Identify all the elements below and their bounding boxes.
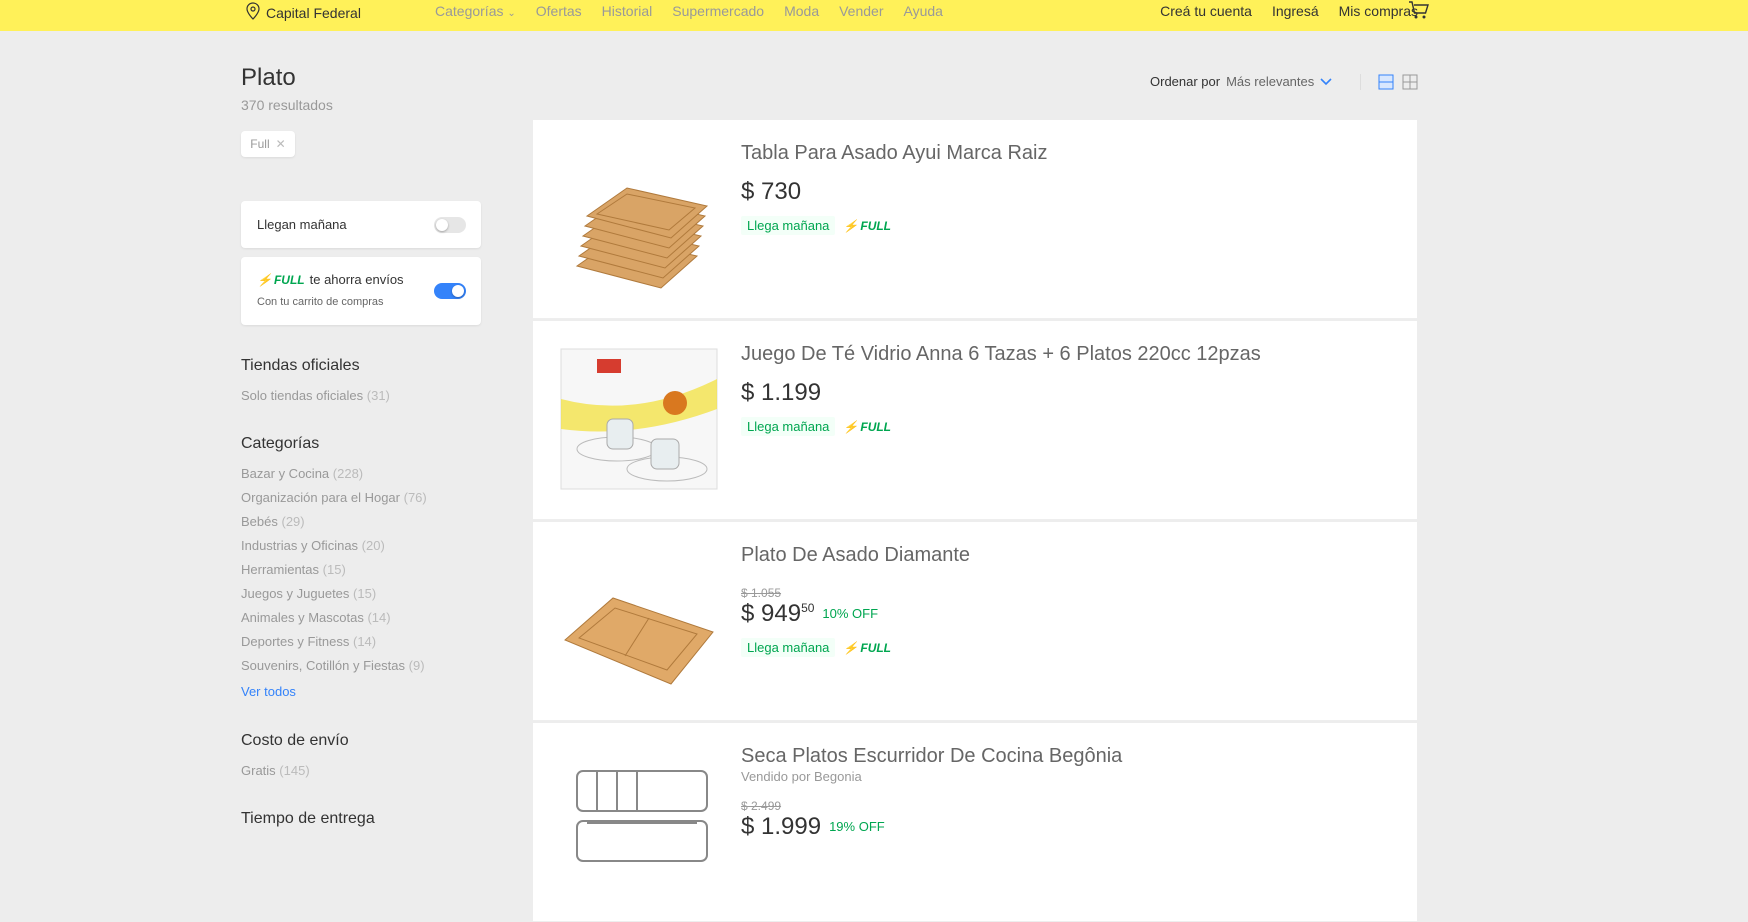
location-pin-icon	[246, 2, 260, 23]
nav-ofertas[interactable]: Ofertas	[536, 3, 582, 19]
nav-ayuda[interactable]: Ayuda	[903, 3, 942, 19]
full-brand: ⚡ FULL	[257, 272, 305, 287]
product-price: $ 1.199	[741, 379, 822, 406]
shipping-filter[interactable]: Gratis (145)	[241, 763, 310, 778]
category-item[interactable]: Herramientas (15)	[241, 562, 346, 577]
top-nav-bar: Capital Federal Categorías ⌄ Ofertas His…	[0, 0, 1748, 31]
discount-label: 19% OFF	[829, 819, 885, 834]
lightning-icon: ⚡	[843, 419, 859, 434]
seller-label: Vendido por Begonia	[741, 769, 862, 784]
tomorrow-toggle[interactable]	[434, 217, 466, 233]
tomorrow-toggle-label: Llegan mañana	[257, 217, 347, 232]
chevron-down-icon: ⌄	[507, 8, 516, 19]
delivery-title: Tiempo de entrega	[241, 810, 375, 827]
nav-moda[interactable]: Moda	[784, 3, 819, 19]
full-badge: ⚡ FULL	[843, 218, 892, 233]
lightning-icon: ⚡	[257, 272, 272, 287]
create-account-link[interactable]: Creá tu cuenta	[1160, 3, 1252, 19]
results-count: 370 resultados	[241, 97, 333, 113]
category-item[interactable]: Bebés (29)	[241, 514, 305, 529]
sort-value: Más relevantes	[1226, 74, 1315, 89]
shipping-title: Costo de envío	[241, 732, 349, 749]
full-filter-card: ⚡ FULL te ahorra envíos Con tu carrito de…	[241, 257, 481, 325]
category-item[interactable]: Deportes y Fitness (14)	[241, 634, 376, 649]
chip-label: Full	[250, 137, 270, 151]
official-stores-filter[interactable]: Solo tiendas oficiales (31)	[241, 388, 390, 403]
nav-historial[interactable]: Historial	[602, 3, 653, 19]
sort-dropdown[interactable]: Ordenar por Más relevantes	[1150, 74, 1332, 89]
product-image[interactable]	[557, 138, 721, 302]
full-toggle[interactable]	[434, 283, 466, 299]
list-view-icon[interactable]	[1378, 74, 1394, 95]
product-price: $ 94950 10% OFF	[741, 600, 879, 627]
official-stores-title: Tiendas oficiales	[241, 357, 360, 374]
shipping-badges: Llega mañana ⚡ FULL	[741, 216, 891, 235]
shipping-badges: Llega mañana ⚡ FULL	[741, 638, 891, 657]
account-links: Creá tu cuenta Ingresá Mis compras	[1160, 3, 1418, 19]
arrives-tomorrow-badge: Llega mañana	[741, 216, 836, 235]
see-all-link[interactable]: Ver todos	[241, 684, 296, 699]
filter-chip-full[interactable]: Full ✕	[241, 131, 295, 157]
product-image[interactable]	[557, 741, 721, 905]
lightning-icon: ⚡	[843, 640, 859, 655]
full-badge: ⚡ FULL	[843, 640, 892, 655]
lightning-icon: ⚡	[843, 218, 859, 233]
product-image[interactable]	[557, 339, 721, 503]
arrives-tomorrow-badge: Llega mañana	[741, 638, 836, 657]
main-nav: Categorías ⌄ Ofertas Historial Supermerc…	[435, 3, 943, 19]
category-item[interactable]: Bazar y Cocina (228)	[241, 466, 363, 481]
full-toggle-sub: Con tu carrito de compras	[257, 296, 384, 308]
results-list: Tabla Para Asado Ayui Marca Raiz $ 730 L…	[533, 120, 1417, 922]
result-item[interactable]: Plato De Asado Diamante $ 1.055 $ 94950 1…	[533, 522, 1417, 721]
cart-icon[interactable]	[1408, 0, 1430, 25]
product-title[interactable]: Juego De Té Vidrio Anna 6 Tazas + 6 Plat…	[741, 343, 1261, 366]
product-title[interactable]: Plato De Asado Diamante	[741, 544, 970, 567]
category-item[interactable]: Organización para el Hogar (76)	[241, 490, 427, 505]
price-cents: 50	[801, 601, 815, 615]
product-price: $ 730	[741, 178, 802, 205]
category-item[interactable]: Souvenirs, Cotillón y Fiestas (9)	[241, 658, 425, 673]
shipping-badges: Llega mañana ⚡ FULL	[741, 417, 891, 436]
categories-title: Categorías	[241, 435, 320, 452]
full-toggle-label: te ahorra envíos	[309, 272, 404, 287]
product-image[interactable]	[557, 540, 721, 704]
result-item[interactable]: Seca Platos Escurridor De Cocina Begônia…	[533, 723, 1417, 922]
product-price: $ 1.999 19% OFF	[741, 813, 885, 840]
product-title[interactable]: Tabla Para Asado Ayui Marca Raiz	[741, 142, 1047, 165]
sort-label: Ordenar por	[1150, 74, 1221, 89]
location-label: Capital Federal	[266, 4, 361, 21]
grid-view-icon[interactable]	[1402, 74, 1418, 95]
divider	[1360, 74, 1361, 90]
category-item[interactable]: Industrias y Oficinas (20)	[241, 538, 385, 553]
category-item[interactable]: Animales y Mascotas (14)	[241, 610, 391, 625]
login-link[interactable]: Ingresá	[1272, 3, 1319, 19]
nav-supermercado[interactable]: Supermercado	[672, 3, 764, 19]
result-item[interactable]: Juego De Té Vidrio Anna 6 Tazas + 6 Plat…	[533, 321, 1417, 520]
arrives-tomorrow-badge: Llega mañana	[741, 417, 836, 436]
nav-vender[interactable]: Vender	[839, 3, 883, 19]
full-badge: ⚡ FULL	[843, 419, 892, 434]
search-title: Plato	[241, 64, 296, 91]
original-price: $ 2.499	[741, 799, 782, 813]
category-item[interactable]: Juegos y Juguetes (15)	[241, 586, 376, 601]
tomorrow-filter-card: Llegan mañana	[241, 201, 481, 248]
discount-label: 10% OFF	[822, 606, 879, 621]
original-price: $ 1.055	[741, 586, 782, 600]
location-selector[interactable]: Capital Federal	[246, 2, 361, 23]
close-icon[interactable]: ✕	[276, 137, 286, 151]
product-title[interactable]: Seca Platos Escurridor De Cocina Begônia	[741, 745, 1122, 768]
result-item[interactable]: Tabla Para Asado Ayui Marca Raiz $ 730 L…	[533, 120, 1417, 319]
nav-categorias[interactable]: Categorías ⌄	[435, 3, 516, 19]
chevron-down-icon	[1320, 74, 1332, 89]
my-purchases-link[interactable]: Mis compras	[1339, 3, 1418, 19]
view-toggle	[1378, 74, 1418, 95]
